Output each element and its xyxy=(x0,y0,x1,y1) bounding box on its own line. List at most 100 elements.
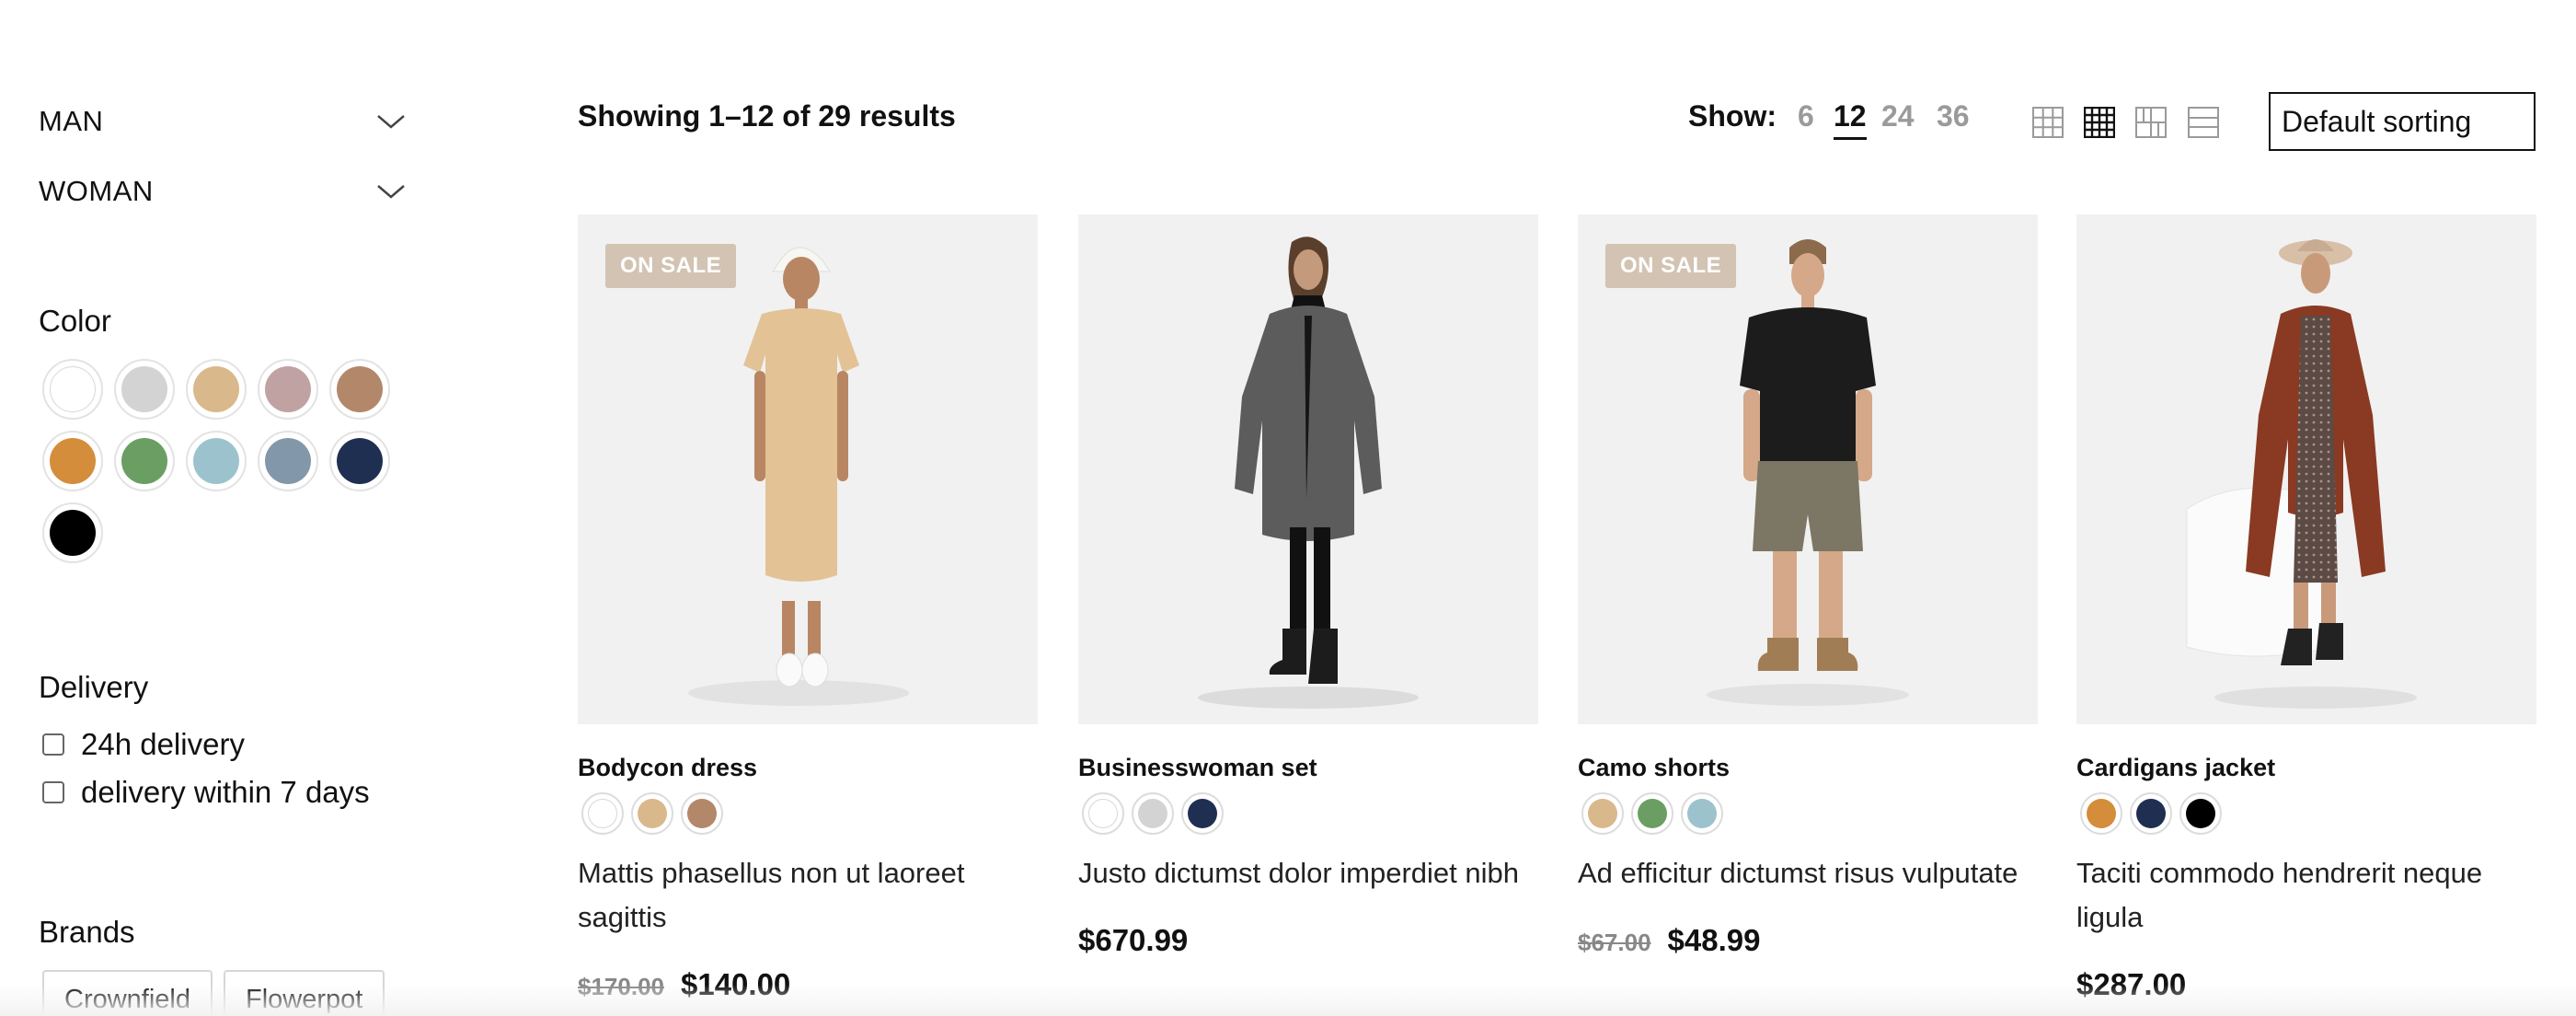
current-price: $287.00 xyxy=(2076,967,2187,1001)
product-color-swatch-fill xyxy=(1588,799,1617,828)
color-swatch-fill xyxy=(337,438,383,484)
chevron-down-icon xyxy=(377,185,405,199)
product-color-swatch[interactable] xyxy=(2179,792,2222,835)
price-row: $287.00 xyxy=(2076,967,2186,1002)
color-swatch-fill xyxy=(193,438,239,484)
old-price: $170.00 xyxy=(578,973,664,1000)
current-price: $670.99 xyxy=(1078,923,1189,957)
woman-brown-trench-coat-photo xyxy=(2186,239,2417,709)
product-color-swatches xyxy=(1082,792,1224,835)
brands-filter-title: Brands xyxy=(39,915,135,949)
checkbox[interactable] xyxy=(42,733,64,756)
product-color-swatch-fill xyxy=(588,799,617,828)
grid-4-icon[interactable] xyxy=(2084,107,2115,138)
product-card: ON SALE Bodycon dress Mattis phasellus n… xyxy=(578,214,1038,1001)
product-color-swatch-fill xyxy=(1138,799,1167,828)
product-name[interactable]: Cardigans jacket xyxy=(2076,754,2275,782)
category-man[interactable]: MAN xyxy=(39,98,407,144)
color-swatch[interactable] xyxy=(42,431,103,491)
category-label: MAN xyxy=(39,105,104,137)
color-swatch-fill xyxy=(121,438,167,484)
result-count: Showing 1–12 of 29 results xyxy=(578,99,956,133)
color-swatch-fill xyxy=(50,366,96,412)
show-6-option[interactable]: 6 xyxy=(1798,99,1814,133)
product-color-swatch[interactable] xyxy=(631,792,673,835)
color-swatch-fill xyxy=(50,510,96,556)
color-swatch[interactable] xyxy=(42,502,103,563)
product-color-swatch-fill xyxy=(2186,799,2215,828)
product-color-swatch[interactable] xyxy=(1581,792,1624,835)
product-color-swatch[interactable] xyxy=(581,792,624,835)
product-color-swatch-fill xyxy=(1088,799,1118,828)
delivery-7-days-checkbox[interactable]: delivery within 7 days xyxy=(42,772,370,813)
product-name[interactable]: Bodycon dress xyxy=(578,754,757,782)
product-color-swatch-fill xyxy=(1638,799,1667,828)
grid-2-icon[interactable] xyxy=(2135,107,2167,138)
brand-chip-crownfield[interactable]: Crownfield xyxy=(42,970,213,1016)
price-row: $170.00 $140.00 xyxy=(578,967,790,1002)
brand-chip-flowerpot[interactable]: Flowerpot xyxy=(224,970,385,1016)
product-image[interactable]: ON SALE xyxy=(1578,214,2038,724)
color-swatch[interactable] xyxy=(329,431,390,491)
color-swatch[interactable] xyxy=(42,359,103,420)
color-swatch[interactable] xyxy=(329,359,390,420)
product-color-swatch[interactable] xyxy=(2130,792,2172,835)
woman-beige-dress-photo xyxy=(688,247,909,706)
product-color-swatch[interactable] xyxy=(2080,792,2122,835)
checkbox[interactable] xyxy=(42,781,64,803)
on-sale-badge: ON SALE xyxy=(1605,244,1737,288)
category-woman[interactable]: WOMAN xyxy=(39,168,407,214)
product-color-swatch-fill xyxy=(2136,799,2166,828)
show-label: Show: xyxy=(1688,99,1777,133)
product-description: Justo dictumst dolor imperdiet nibh xyxy=(1078,857,1520,889)
product-card: Cardigans jacket Taciti commodo hendreri… xyxy=(2076,214,2536,1001)
grid-3-icon[interactable] xyxy=(2032,107,2064,138)
product-color-swatches xyxy=(2080,792,2222,835)
show-12-option[interactable]: 12 xyxy=(1834,99,1867,140)
show-36-option[interactable]: 36 xyxy=(1937,99,1970,133)
product-name[interactable]: Camo shorts xyxy=(1578,754,1730,782)
color-swatch-fill xyxy=(265,438,311,484)
old-price: $67.00 xyxy=(1578,929,1651,956)
product-color-swatch[interactable] xyxy=(1132,792,1174,835)
product-card: Businesswoman set Justo dictumst dolor i… xyxy=(1078,214,1538,957)
on-sale-badge: ON SALE xyxy=(605,244,737,288)
color-swatch-fill xyxy=(50,438,96,484)
current-price: $48.99 xyxy=(1667,923,1761,957)
product-description: Mattis phasellus non ut laoreet sagittis xyxy=(578,857,965,933)
man-black-shirt-shorts-photo xyxy=(1707,239,1909,706)
delivery-24h-checkbox[interactable]: 24h delivery xyxy=(42,724,245,765)
product-card: ON SALE Camo shorts Ad efficitur dictums… xyxy=(1578,214,2038,957)
product-color-swatch[interactable] xyxy=(681,792,723,835)
color-swatch[interactable] xyxy=(114,359,175,420)
price-row: $670.99 xyxy=(1078,923,1188,958)
color-swatch[interactable] xyxy=(114,431,175,491)
product-color-swatch-fill xyxy=(1188,799,1217,828)
sort-dropdown[interactable]: Default sorting xyxy=(2269,92,2536,151)
color-swatch[interactable] xyxy=(258,431,318,491)
color-swatch[interactable] xyxy=(186,359,247,420)
product-name[interactable]: Businesswoman set xyxy=(1078,754,1317,782)
color-swatch-fill xyxy=(121,366,167,412)
product-color-swatches xyxy=(581,792,723,835)
color-swatch[interactable] xyxy=(186,431,247,491)
product-image[interactable] xyxy=(1078,214,1538,724)
current-price: $140.00 xyxy=(680,967,791,1001)
product-image[interactable]: ON SALE xyxy=(578,214,1038,724)
product-color-swatch-fill xyxy=(1687,799,1717,828)
product-color-swatch-fill xyxy=(2087,799,2116,828)
list-icon[interactable] xyxy=(2188,107,2219,138)
show-24-option[interactable]: 24 xyxy=(1881,99,1915,133)
product-color-swatches xyxy=(1581,792,1723,835)
product-color-swatch[interactable] xyxy=(1681,792,1723,835)
color-swatch-fill xyxy=(265,366,311,412)
woman-grey-coat-photo xyxy=(1198,237,1419,709)
color-swatch[interactable] xyxy=(258,359,318,420)
color-filter-title: Color xyxy=(39,304,111,338)
product-image[interactable] xyxy=(2076,214,2536,724)
product-color-swatch-fill xyxy=(687,799,717,828)
product-color-swatch[interactable] xyxy=(1181,792,1224,835)
product-description: Taciti commodo hendrerit neque ligula xyxy=(2076,857,2483,933)
product-color-swatch[interactable] xyxy=(1082,792,1124,835)
product-color-swatch[interactable] xyxy=(1631,792,1673,835)
